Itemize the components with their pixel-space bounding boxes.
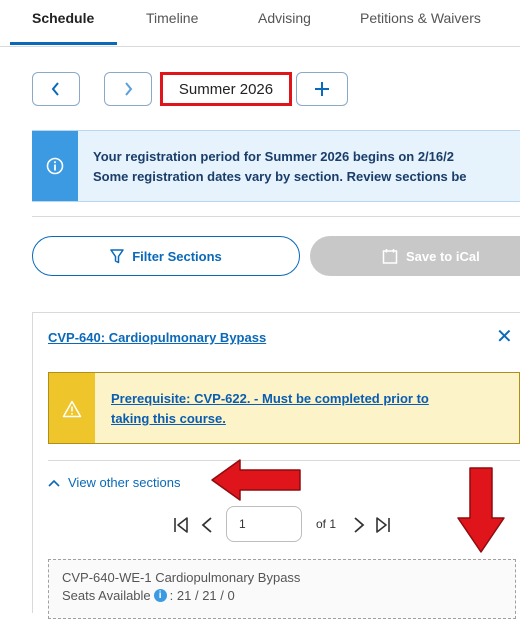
tab-advising[interactable]: Advising	[258, 10, 311, 26]
info-icon	[46, 157, 64, 175]
chevron-right-icon	[125, 82, 133, 96]
next-page-icon[interactable]	[352, 516, 366, 534]
previous-page-icon[interactable]	[200, 516, 214, 534]
last-page-icon[interactable]	[374, 516, 392, 534]
prerequisite-warning: Prerequisite: CVP-622. - Must be complet…	[48, 372, 520, 444]
registration-info-banner: Your registration period for Summer 2026…	[32, 130, 520, 202]
calendar-icon	[382, 249, 398, 264]
filter-sections-label: Filter Sections	[132, 248, 222, 264]
plus-icon	[315, 82, 329, 96]
seats-available-value: : 21 / 21 / 0	[169, 588, 235, 603]
annotation-arrow-left-icon	[211, 459, 301, 501]
previous-term-button[interactable]	[32, 72, 80, 106]
save-to-ical-label: Save to iCal	[406, 248, 480, 264]
seats-available-label: Seats Available	[62, 588, 151, 603]
tab-timeline[interactable]: Timeline	[146, 10, 198, 26]
first-page-icon[interactable]	[172, 516, 190, 534]
term-label: Summer 2026	[160, 72, 292, 106]
course-title-link[interactable]: CVP-640: Cardiopulmonary Bypass	[48, 330, 266, 345]
filter-sections-button[interactable]: Filter Sections	[32, 236, 300, 276]
seats-info-icon[interactable]: i	[153, 589, 167, 602]
chevron-up-icon	[48, 479, 60, 487]
warning-icon	[62, 400, 82, 418]
info-banner-line-1: Your registration period for Summer 2026…	[93, 149, 454, 164]
view-other-sections-toggle[interactable]: View other sections	[48, 475, 181, 490]
chevron-left-icon	[51, 82, 59, 96]
divider	[32, 216, 520, 217]
add-term-button[interactable]	[296, 72, 348, 106]
info-banner-line-2: Some registration dates vary by section.…	[93, 169, 467, 184]
tab-bar: Schedule Timeline Advising Petitions & W…	[0, 0, 520, 47]
tab-petitions-waivers[interactable]: Petitions & Waivers	[360, 10, 481, 26]
prerequisite-line-2: taking this course.	[111, 411, 226, 426]
next-term-button[interactable]	[104, 72, 152, 106]
filter-icon	[110, 248, 124, 263]
seats-available: Seats Available i : 21 / 21 / 0	[62, 588, 235, 603]
prerequisite-line-1: Prerequisite: CVP-622. - Must be complet…	[111, 391, 429, 406]
annotation-arrow-down-icon	[457, 467, 505, 553]
page-number-input[interactable]: 1	[226, 506, 302, 542]
page-count-label: of 1	[316, 517, 337, 531]
close-icon[interactable]: ✕	[496, 326, 513, 348]
active-tab-indicator	[10, 42, 117, 45]
section-title: CVP-640-WE-1 Cardiopulmonary Bypass	[62, 570, 301, 585]
view-other-sections-label: View other sections	[68, 475, 181, 490]
save-to-ical-button[interactable]: Save to iCal	[310, 236, 520, 276]
prerequisite-link[interactable]: Prerequisite: CVP-622. - Must be complet…	[111, 389, 511, 429]
tab-schedule[interactable]: Schedule	[32, 10, 94, 26]
